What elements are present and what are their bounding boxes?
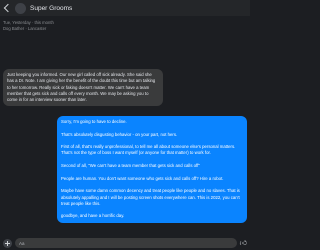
incoming-message[interactable]: Just keeping you informed. Our new girl …	[3, 69, 163, 107]
outgoing-paragraph: goodbye, and have a horrific day.	[61, 213, 125, 219]
back-arrow-icon[interactable]	[3, 3, 13, 13]
avatar[interactable]	[15, 2, 26, 14]
outgoing-paragraph: Sorry, I'm going to have to decline.	[61, 119, 127, 124]
conversation-info: Tue, Yesterday · this month Dog Bather ·…	[3, 20, 54, 32]
conversation-header: Super Grooms	[0, 0, 250, 16]
thumbs-up-icon[interactable]: 👍︎	[240, 240, 247, 247]
info-line-2: Dog Bather · Lancaster	[3, 26, 47, 31]
outgoing-paragraph: Maybe have some damn common decency and …	[61, 188, 240, 206]
outgoing-paragraph: That's absolutely disgusting behavior - …	[61, 131, 178, 137]
outgoing-paragraph: First of all, that's really unprofession…	[61, 144, 236, 156]
message-composer: Aa 👍︎	[0, 236, 250, 250]
conversation-title[interactable]: Super Grooms	[30, 5, 72, 12]
outgoing-message[interactable]: Sorry, I'm going to have to decline. Tha…	[57, 116, 247, 223]
outgoing-paragraph: People are human. You don't want someone…	[61, 175, 224, 181]
outgoing-paragraph: Second of all, "We can't have a team mem…	[61, 163, 200, 169]
message-input[interactable]: Aa	[15, 238, 237, 248]
plus-icon[interactable]	[3, 238, 12, 248]
